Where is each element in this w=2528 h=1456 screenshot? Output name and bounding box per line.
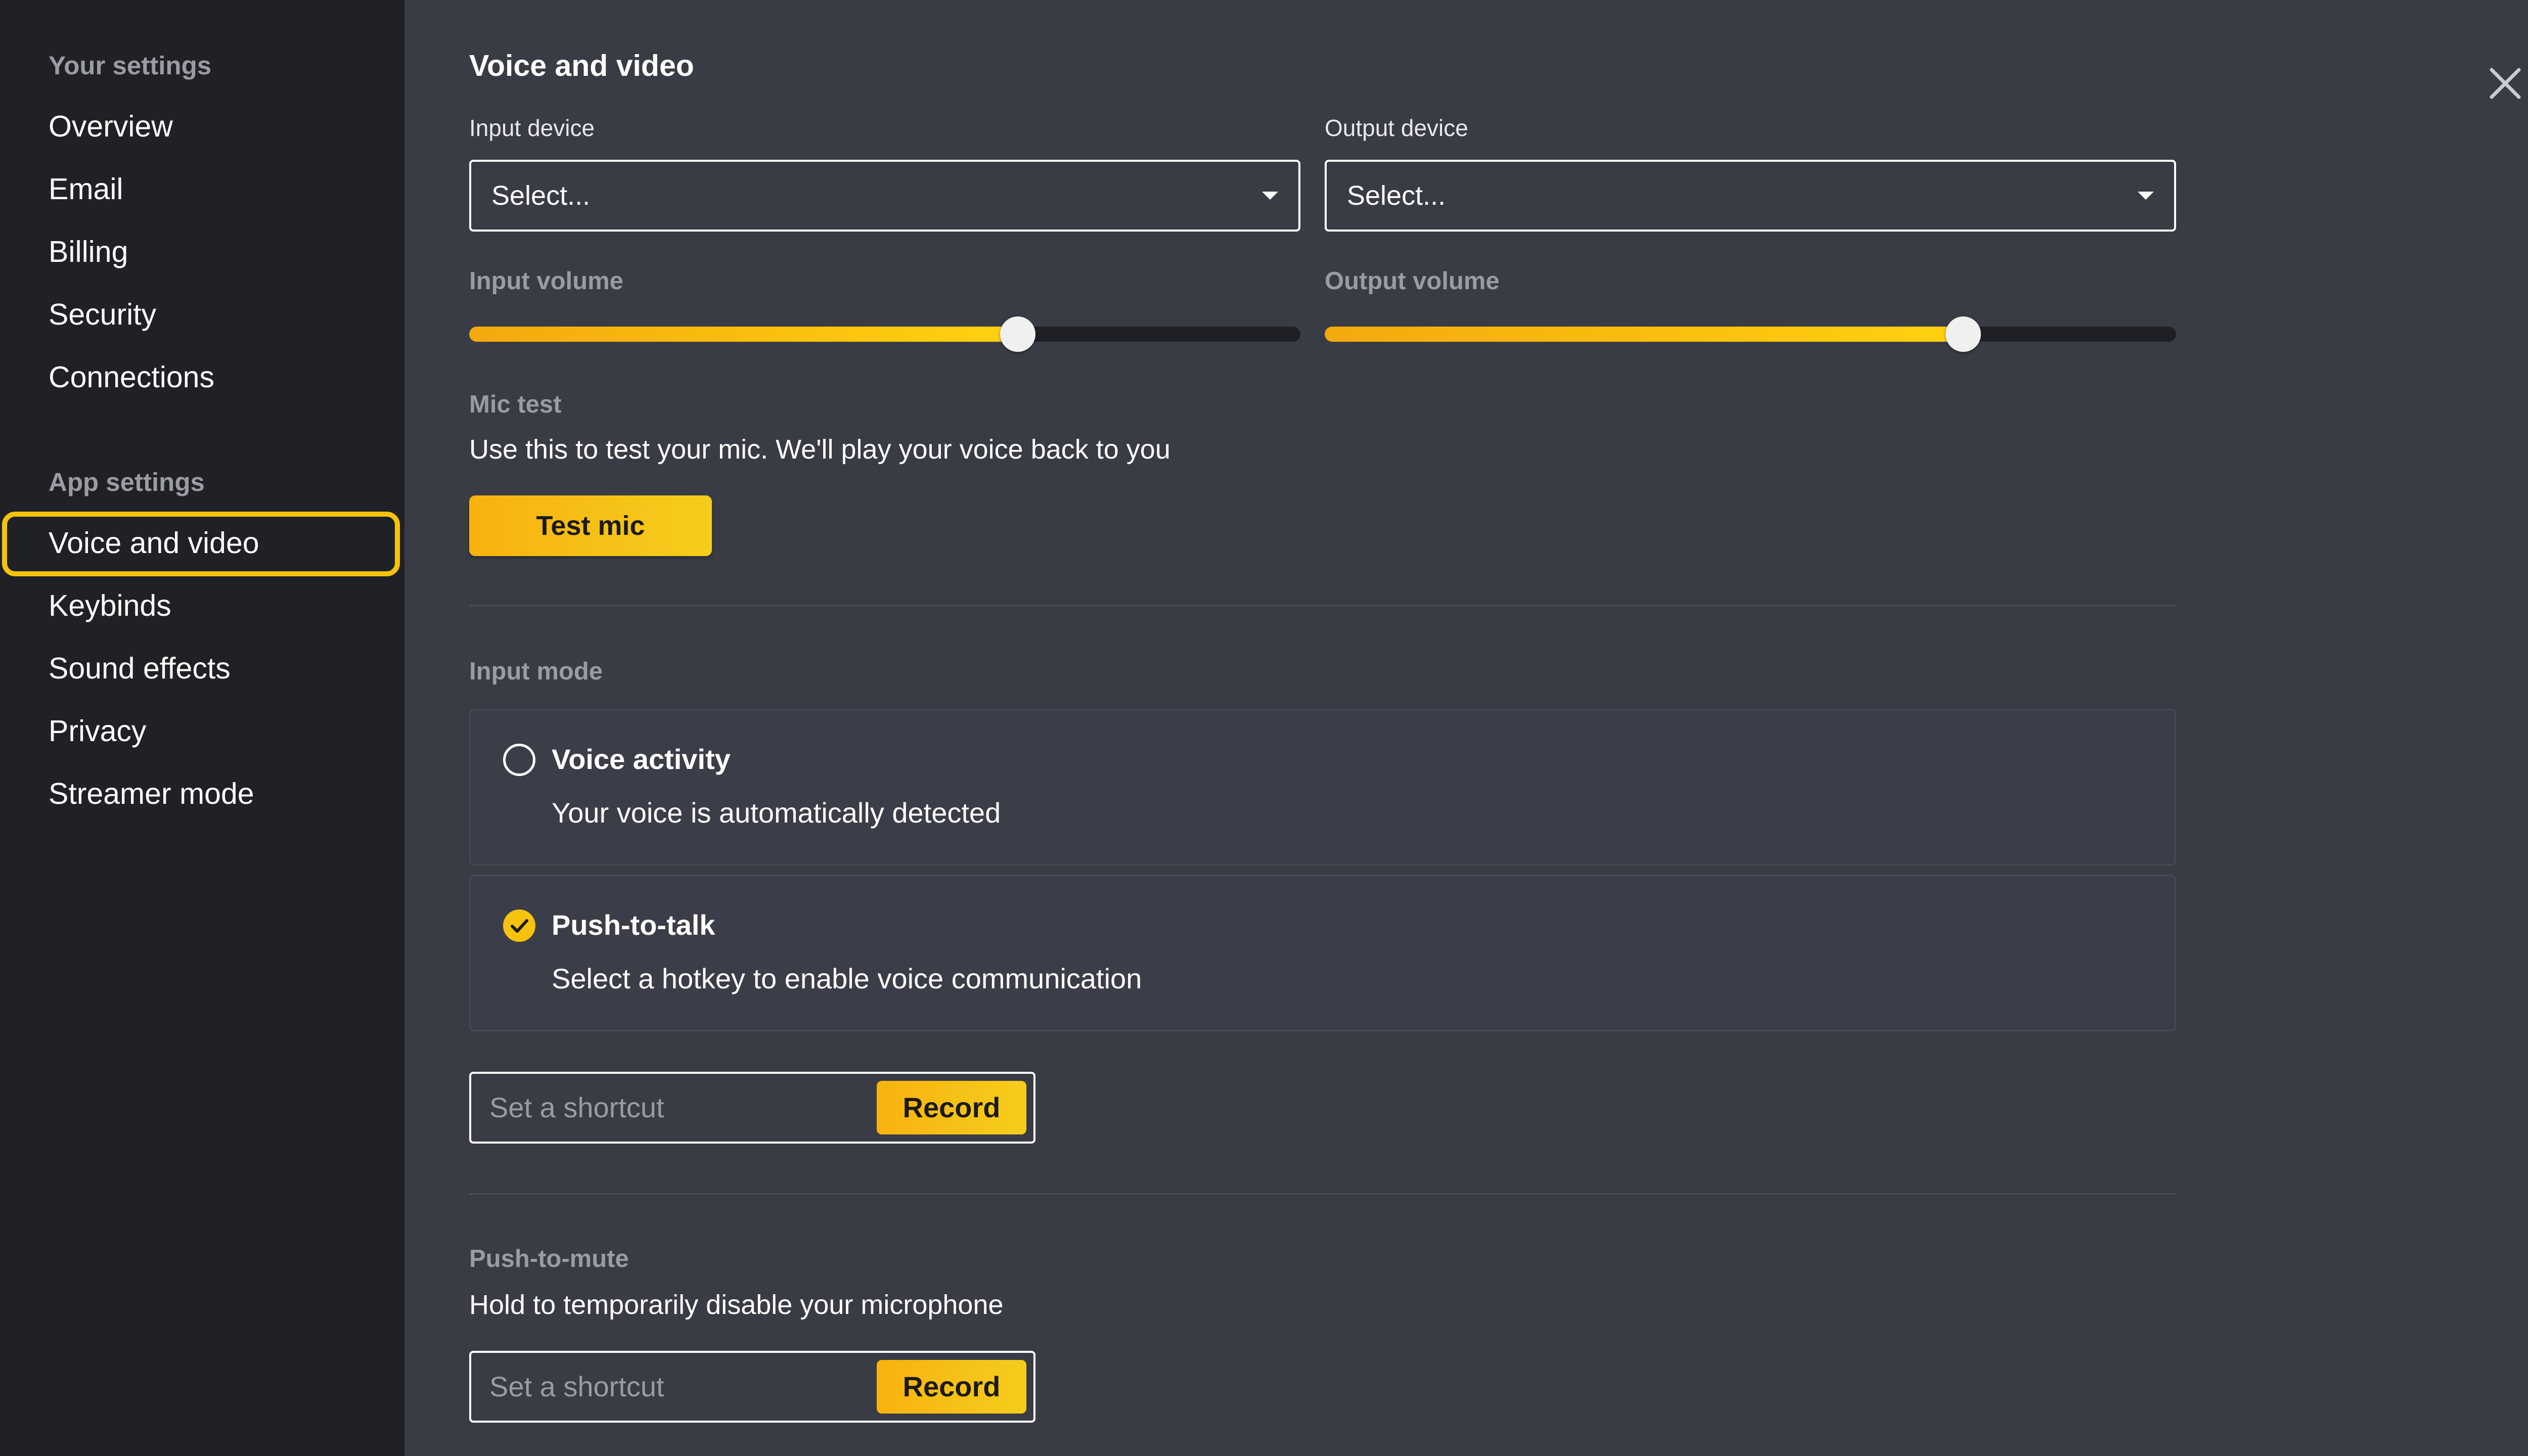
- input-volume-slider[interactable]: [469, 316, 1300, 352]
- chevron-down-icon: [1262, 192, 1278, 200]
- mic-test-description: Use this to test your mic. We'll play yo…: [469, 434, 1170, 465]
- chevron-down-icon: [2138, 192, 2154, 200]
- input-volume-fill: [469, 327, 1018, 342]
- sidebar-item-sound-effects[interactable]: Sound effects: [49, 648, 231, 689]
- shortcut-placeholder: Set a shortcut: [489, 1371, 664, 1402]
- push-to-talk-description: Select a hotkey to enable voice communic…: [552, 963, 1142, 994]
- input-device-label: Input device: [469, 115, 595, 141]
- page-title: Voice and video: [469, 49, 694, 82]
- sidebar-item-security[interactable]: Security: [49, 294, 156, 335]
- record-button[interactable]: Record: [877, 1081, 1026, 1134]
- voice-activity-option[interactable]: Voice activity Your voice is automatical…: [469, 709, 2176, 866]
- push-to-talk-option[interactable]: Push-to-talk Select a hotkey to enable v…: [469, 875, 2176, 1031]
- output-volume-label: Output volume: [1325, 267, 1500, 295]
- record-button[interactable]: Record: [877, 1360, 1026, 1414]
- output-device-value: Select...: [1347, 180, 1446, 211]
- settings-sidebar: Your settings Overview Email Billing Sec…: [0, 0, 404, 1456]
- section-divider: [469, 605, 2176, 606]
- output-volume-thumb[interactable]: [1946, 316, 1981, 352]
- output-device-label: Output device: [1325, 115, 1468, 141]
- push-to-mute-shortcut-field[interactable]: Set a shortcut Record: [469, 1351, 1035, 1423]
- sidebar-item-streamer-mode[interactable]: Streamer mode: [49, 774, 254, 814]
- your-settings-heading: Your settings: [49, 51, 212, 80]
- check-circle-icon[interactable]: [503, 909, 535, 942]
- radio-unchecked-icon[interactable]: [503, 744, 535, 776]
- input-device-value: Select...: [491, 180, 591, 211]
- close-icon: [2490, 68, 2521, 99]
- voice-video-settings-panel: Voice and video Input device Output devi…: [404, 0, 2528, 1456]
- push-to-mute-description: Hold to temporarily disable your microph…: [469, 1290, 1004, 1320]
- sidebar-item-overview[interactable]: Overview: [49, 106, 173, 147]
- push-to-talk-title: Push-to-talk: [552, 909, 715, 941]
- voice-activity-description: Your voice is automatically detected: [552, 797, 1001, 829]
- mic-test-label: Mic test: [469, 391, 562, 418]
- sidebar-item-connections[interactable]: Connections: [49, 357, 214, 397]
- output-volume-slider[interactable]: [1325, 316, 2176, 352]
- output-volume-fill: [1325, 327, 1963, 342]
- input-mode-label: Input mode: [469, 658, 603, 685]
- push-to-talk-shortcut-field[interactable]: Set a shortcut Record: [469, 1072, 1035, 1144]
- input-volume-label: Input volume: [469, 267, 623, 295]
- section-divider: [469, 1193, 2176, 1195]
- sidebar-item-privacy[interactable]: Privacy: [49, 711, 146, 751]
- test-mic-button[interactable]: Test mic: [469, 495, 712, 556]
- output-device-select[interactable]: Select...: [1325, 160, 2176, 232]
- push-to-mute-label: Push-to-mute: [469, 1245, 629, 1272]
- sidebar-item-email[interactable]: Email: [49, 169, 123, 209]
- sidebar-item-billing[interactable]: Billing: [49, 232, 128, 272]
- sidebar-item-keybinds[interactable]: Keybinds: [49, 585, 171, 626]
- app-settings-heading: App settings: [49, 468, 205, 496]
- input-volume-thumb[interactable]: [1000, 316, 1036, 352]
- voice-activity-title: Voice activity: [552, 743, 731, 775]
- shortcut-placeholder: Set a shortcut: [489, 1091, 664, 1123]
- sidebar-item-voice-and-video[interactable]: Voice and video: [49, 523, 259, 563]
- input-device-select[interactable]: Select...: [469, 160, 1300, 232]
- settings-window: Your settings Overview Email Billing Sec…: [0, 0, 2528, 1456]
- close-button[interactable]: [2477, 56, 2528, 111]
